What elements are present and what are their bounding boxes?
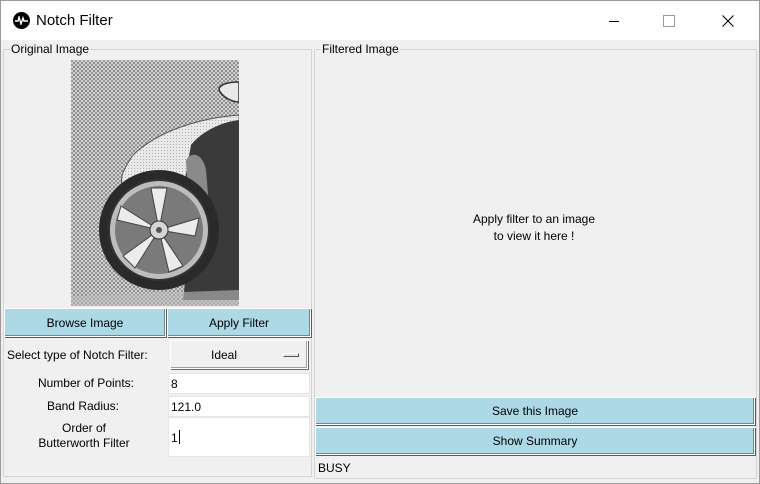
radius-input[interactable]: 121.0 [168, 396, 310, 417]
minimize-icon [609, 21, 619, 22]
filter-type-select[interactable]: Ideal [170, 340, 308, 369]
order-input-value: 1 [171, 431, 178, 445]
order-label: Order of Butterworth Filter [29, 421, 139, 451]
browse-image-button[interactable]: Browse Image [4, 308, 166, 337]
app-icon [13, 12, 30, 29]
title-bar: Notch Filter [0, 0, 760, 40]
option-menu-indicator-icon [283, 353, 299, 357]
points-input[interactable]: 8 [168, 373, 310, 394]
order-label-line1: Order of [61, 421, 106, 435]
radius-label: Band Radius: [46, 399, 119, 413]
text-cursor [178, 430, 180, 444]
placeholder-line1: Apply filter to an image [472, 212, 596, 226]
filter-type-label: Select type of Notch Filter: [7, 348, 148, 362]
order-input[interactable]: 1 [168, 417, 310, 457]
close-icon [722, 15, 734, 27]
maximize-icon [663, 15, 675, 27]
original-image [71, 60, 239, 306]
filtered-image-label: Filtered Image [321, 42, 400, 57]
save-image-button[interactable]: Save this Image [315, 397, 755, 425]
apply-filter-button[interactable]: Apply Filter [167, 308, 311, 337]
filtered-image-placeholder: Apply filter to an image to view it here… [431, 211, 637, 245]
status-text: BUSY [318, 461, 351, 475]
maximize-button[interactable] [646, 1, 692, 41]
window-client: Original Image Browse Image Apply Filter… [0, 40, 760, 484]
close-button[interactable] [705, 1, 751, 41]
window-title: Notch Filter [36, 12, 113, 29]
placeholder-line2: to view it here ! [493, 229, 575, 243]
order-label-line2: Butterworth Filter [38, 436, 130, 450]
original-image-label: Original Image [10, 42, 91, 57]
points-label: Number of Points: [37, 376, 134, 390]
filter-type-value: Ideal [211, 348, 238, 362]
minimize-button[interactable] [591, 1, 637, 41]
show-summary-button[interactable]: Show Summary [315, 427, 755, 455]
